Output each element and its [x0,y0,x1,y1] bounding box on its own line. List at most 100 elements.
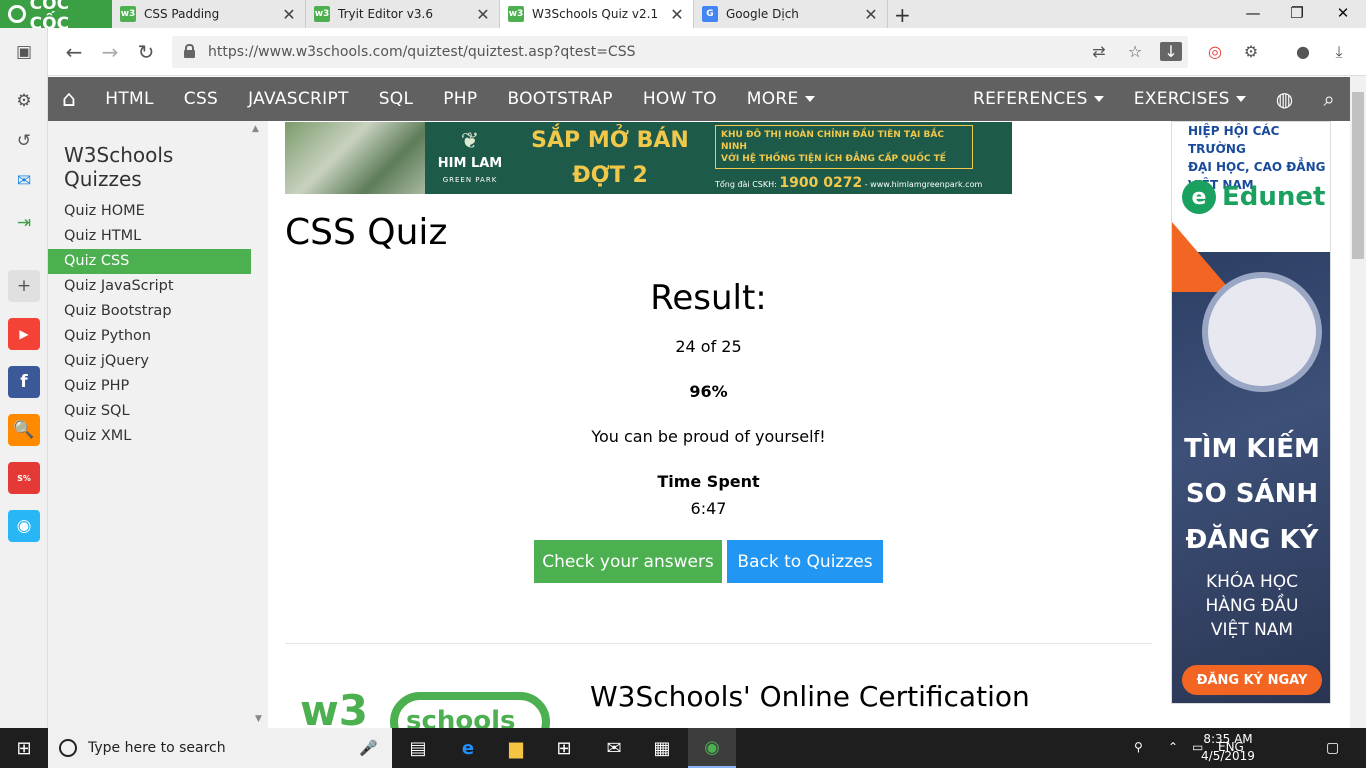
minimize-icon[interactable]: — [1238,4,1268,22]
downloads-icon[interactable]: ⤓ [1328,42,1350,62]
sidebar-item-quiz-xml[interactable]: Quiz XML [48,424,251,449]
windows-start-icon[interactable]: ⊞ [0,728,48,768]
search-app-icon[interactable]: 🔍 [8,414,40,446]
caret-down-icon [804,96,815,102]
search-icon[interactable]: ⌕ [1309,77,1351,121]
ad-big-line2: SO SÁNH [1185,479,1319,509]
close-tab-icon[interactable]: ✕ [669,5,685,24]
lock-icon[interactable] [184,44,195,58]
extension-gear-icon[interactable]: ⚙ [1240,42,1262,61]
edunet-ad[interactable]: HIỆP HỘI CÁC TRƯỜNG ĐẠI HỌC, CAO ĐẲNG VI… [1171,121,1331,704]
check-answers-button[interactable]: Check your answers [534,540,722,583]
sidebar-item-quiz-sql[interactable]: Quiz SQL [48,399,251,424]
taskbar-search[interactable]: Type here to search 🎤 [48,728,392,768]
tab-tryit-editor[interactable]: w3 Tryit Editor v3.6 ✕ [306,0,500,28]
mail-icon[interactable]: ✉ [590,728,638,768]
nav-javascript[interactable]: JAVASCRIPT [233,77,364,121]
youtube-icon[interactable]: ▶ [8,318,40,350]
nav-bootstrap[interactable]: BOOTSTRAP [492,77,627,121]
sign-in-icon[interactable]: ⇥ [8,207,40,239]
nav-exercises[interactable]: EXERCISES [1119,77,1261,121]
download-video-icon[interactable]: ↓ [1160,42,1182,61]
sidebar-title: W3Schools Quizzes [64,143,174,191]
nav-more[interactable]: MORE [732,77,830,121]
banner-sale-line1: SẮP MỞ BÁN [531,127,689,153]
page-scrollbar-thumb[interactable] [1352,92,1364,259]
nav-references-label: REFERENCES [972,89,1088,109]
edunet-brand: e Edunet [1182,180,1325,214]
sidebar-item-quiz-bootstrap[interactable]: Quiz Bootstrap [48,299,251,324]
messenger-icon[interactable]: ✉ [8,165,40,197]
profile-icon[interactable]: ● [1292,42,1314,61]
tab-google-dich[interactable]: G Google Dịch ✕ [694,0,888,28]
forward-icon[interactable]: → [98,40,122,64]
sidebar-toggle-icon[interactable]: ▣ [8,36,40,68]
url-text: https://www.w3schools.com/quiztest/quizt… [208,44,636,60]
globe-icon[interactable]: ◍ [1261,77,1309,121]
close-window-icon[interactable]: ✕ [1328,4,1358,22]
back-to-quizzes-button[interactable]: Back to Quizzes [727,540,883,583]
sendo-icon[interactable]: S% [8,462,40,494]
sidebar-item-quiz-javascript[interactable]: Quiz JavaScript [48,274,251,299]
sidebar-item-quiz-php[interactable]: Quiz PHP [48,374,251,399]
coccoc-taskbar-icon[interactable]: ◉ [688,728,736,768]
nav-php[interactable]: PHP [428,77,492,121]
taskbar-clock[interactable]: 8:35 AM 4/5/2019 [1198,731,1258,765]
banner-info-line2: VỚI HỆ THỐNG TIỆN ÍCH ĐẲNG CẤP QUỐC TẾ [721,154,946,165]
microphone-icon[interactable]: 🎤 [359,739,378,757]
store-icon[interactable]: ⊞ [540,728,588,768]
nav-how-to[interactable]: HOW TO [628,77,732,121]
sidebar-item-quiz-html[interactable]: Quiz HTML [48,224,251,249]
sidebar-item-quiz-home[interactable]: Quiz HOME [48,199,251,224]
nav-references[interactable]: REFERENCES [958,77,1119,121]
bookmark-star-icon[interactable]: ☆ [1124,42,1146,61]
edunet-logo-icon: e [1182,180,1216,214]
nav-css[interactable]: CSS [169,77,233,121]
notifications-icon[interactable]: ▢ [1326,740,1339,756]
certification-title: W3Schools' Online Certification [590,680,1030,713]
calculator-icon[interactable]: ▦ [638,728,686,768]
sidebar-item-quiz-css[interactable]: Quiz CSS [48,249,251,274]
new-tab-icon[interactable]: + [894,3,911,27]
settings-gear-icon[interactable]: ⚙ [8,85,40,117]
sidebar-item-quiz-jquery[interactable]: Quiz jQuery [48,349,251,374]
sidebar-scroll-up-icon[interactable]: ▲ [252,124,259,134]
media-player-icon[interactable]: ◉ [8,510,40,542]
banner-ad[interactable]: ❦ HIM LAM GREEN PARK SẮP MỞ BÁN ĐỢT 2 KH… [285,122,1012,194]
history-icon[interactable]: ↺ [8,125,40,157]
extension-icon[interactable]: ◎ [1204,42,1226,61]
nav-sql[interactable]: SQL [364,77,429,121]
close-tab-icon[interactable]: ✕ [863,5,879,24]
banner-logo-sub: GREEN PARK [442,176,498,185]
nav-html[interactable]: HTML [90,77,169,121]
url-input[interactable]: https://www.w3schools.com/quiztest/quizt… [172,36,1188,68]
back-icon[interactable]: ← [62,40,86,64]
task-view-icon[interactable]: ▤ [394,728,442,768]
facebook-icon[interactable]: f [8,366,40,398]
tray-overflow-icon[interactable]: ⌃ [1168,740,1178,754]
people-icon[interactable]: ⚲ [1134,740,1143,754]
ad-register-button[interactable]: ĐĂNG KÝ NGAY [1182,665,1322,695]
translate-icon[interactable]: ⇄ [1088,42,1110,61]
ad-header-line1: HIỆP HỘI CÁC TRƯỜNG [1188,124,1280,156]
browser-brand[interactable]: CỐC CỐC [0,0,112,34]
coccoc-logo-icon [8,5,26,23]
close-tab-icon[interactable]: ✕ [281,5,297,24]
file-explorer-icon[interactable]: ▆ [492,728,540,768]
page-title: CSS Quiz [285,212,448,253]
w3-favicon-icon: w3 [508,6,524,22]
maximize-icon[interactable]: ❐ [1282,4,1312,22]
close-tab-icon[interactable]: ✕ [475,5,491,24]
edge-icon[interactable]: e [444,728,492,768]
sidebar-scroll-down-icon[interactable]: ▼ [255,714,262,724]
tab-css-padding[interactable]: w3 CSS Padding ✕ [112,0,306,28]
sidebar-item-quiz-python[interactable]: Quiz Python [48,324,251,349]
hotline-label: Tổng đài CSKH: [715,180,777,190]
reload-icon[interactable]: ↻ [134,40,158,64]
nav-more-label: MORE [746,89,799,109]
hotline-number: 1900 0272 [779,175,863,192]
tab-w3schools-quiz[interactable]: w3 W3Schools Quiz v2.1 ✕ [500,0,694,28]
home-icon[interactable]: ⌂ [48,77,90,121]
add-app-icon[interactable]: + [8,270,40,302]
result-title: Result: [650,278,767,318]
